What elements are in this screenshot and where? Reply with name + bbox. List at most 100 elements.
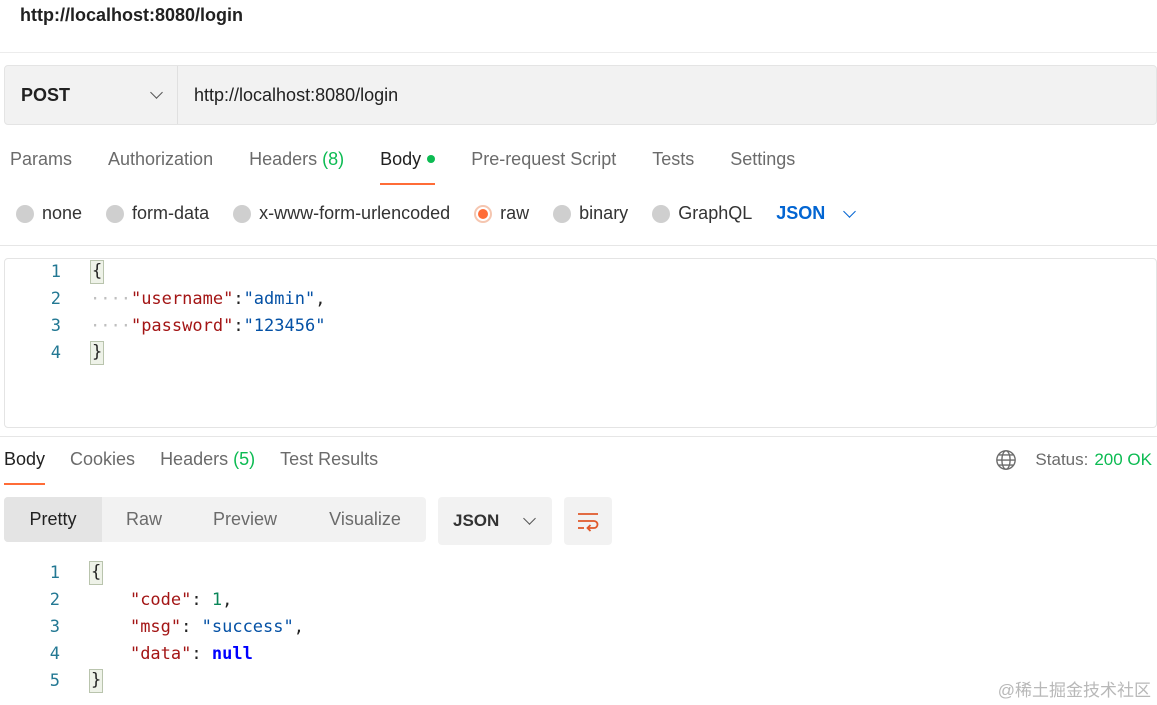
view-preview[interactable]: Preview xyxy=(186,497,304,542)
body-type-binary[interactable]: binary xyxy=(553,203,628,224)
code-line: 2 ···· "username": "admin", xyxy=(5,286,1156,313)
method-select[interactable]: POST xyxy=(5,66,178,124)
tab-params-label: Params xyxy=(10,149,73,169)
json-value: 1 xyxy=(211,590,223,610)
request-url-bar: POST http://localhost:8080/login xyxy=(4,65,1157,125)
line-number: 1 xyxy=(49,563,60,583)
radio-icon xyxy=(652,204,671,223)
json-value: "123456" xyxy=(243,316,326,336)
request-tabs: Params Authorization Headers (8) Body Pr… xyxy=(10,149,831,185)
view-raw[interactable]: Raw xyxy=(102,497,186,542)
chevron-down-icon xyxy=(843,204,857,218)
wrap-lines-icon xyxy=(578,513,599,532)
line-number: 3 xyxy=(49,617,60,637)
response-body-viewer[interactable]: 1{ 2 "code": 1, 3 "msg": "success", 4 "d… xyxy=(4,560,304,695)
close-brace: } xyxy=(90,341,105,365)
line-number: 4 xyxy=(49,644,60,664)
response-language-label: JSON xyxy=(453,511,500,530)
modified-dot-icon xyxy=(427,154,436,163)
method-label: POST xyxy=(21,84,71,105)
radio-icon xyxy=(553,204,572,223)
code-line: 1{ xyxy=(4,560,304,587)
tab-params[interactable]: Params xyxy=(10,149,72,185)
code-line: 1{ xyxy=(5,259,1156,286)
view-pretty-label: Pretty xyxy=(29,509,77,529)
chevron-down-icon xyxy=(150,86,163,99)
request-body-editor[interactable]: 1{ 2 ···· "username": "admin", 3 ···· "passwo… xyxy=(4,258,1157,428)
response-tab-test-results[interactable]: Test Results xyxy=(280,449,378,485)
response-tab-body-label: Body xyxy=(4,449,46,469)
json-key: "msg" xyxy=(129,617,182,637)
body-type-none[interactable]: none xyxy=(16,203,82,224)
json-key: "code" xyxy=(129,590,192,610)
body-type-form-data-label: form-data xyxy=(132,203,210,223)
open-brace: { xyxy=(89,561,104,585)
tab-authorization-label: Authorization xyxy=(108,149,214,169)
line-number: 3 xyxy=(50,316,61,336)
code-line: 4} xyxy=(5,340,1156,367)
tab-settings-label: Settings xyxy=(730,149,796,169)
section-divider xyxy=(0,436,1157,437)
body-type-form-data[interactable]: form-data xyxy=(106,203,209,224)
status-label: Status: xyxy=(1035,450,1089,469)
tab-body-label: Body xyxy=(380,149,422,169)
chevron-down-icon xyxy=(523,512,536,525)
response-tab-body[interactable]: Body xyxy=(4,449,46,485)
code-line: 3 "msg": "success", xyxy=(4,614,304,641)
tab-tests[interactable]: Tests xyxy=(652,149,694,185)
json-key: "data" xyxy=(129,644,192,664)
globe-icon[interactable] xyxy=(995,449,1017,471)
tab-headers[interactable]: Headers (8) xyxy=(249,149,344,185)
tab-tests-label: Tests xyxy=(652,149,695,169)
line-number: 5 xyxy=(49,671,60,691)
body-type-none-label: none xyxy=(42,203,83,223)
view-pretty[interactable]: Pretty xyxy=(4,497,102,542)
json-value: "admin" xyxy=(243,289,316,309)
tab-headers-label: Headers xyxy=(249,149,318,169)
whitespace-marker: ···· xyxy=(90,316,131,336)
tab-authorization[interactable]: Authorization xyxy=(108,149,213,185)
json-key: "password" xyxy=(130,316,234,336)
wrap-lines-button[interactable] xyxy=(564,497,612,545)
page-title: http://localhost:8080/login xyxy=(20,5,244,25)
line-number: 4 xyxy=(50,343,61,363)
body-type-graphql-label: GraphQL xyxy=(678,203,753,223)
response-tab-test-results-label: Test Results xyxy=(280,449,379,469)
json-key: "username" xyxy=(130,289,234,309)
view-visualize-label: Visualize xyxy=(329,509,401,529)
response-tabs: Body Cookies Headers (5) Test Results xyxy=(4,449,403,485)
line-number: 1 xyxy=(50,262,61,282)
view-preview-label: Preview xyxy=(212,509,278,529)
open-brace: { xyxy=(90,260,105,284)
code-line: 4 "data": null xyxy=(4,641,304,668)
raw-language-label: JSON xyxy=(776,203,826,223)
radio-icon xyxy=(106,204,125,223)
close-brace: } xyxy=(89,669,104,693)
tab-prerequest-label: Pre-request Script xyxy=(471,149,617,169)
json-value: "success" xyxy=(201,617,294,637)
response-view-selector: Pretty Raw Preview Visualize xyxy=(4,497,426,542)
body-type-binary-label: binary xyxy=(579,203,629,223)
url-input[interactable]: http://localhost:8080/login xyxy=(178,85,398,106)
tab-body[interactable]: Body xyxy=(380,149,436,185)
body-type-graphql[interactable]: GraphQL xyxy=(652,203,752,224)
body-type-raw[interactable]: raw xyxy=(474,203,529,224)
tab-prerequest-script[interactable]: Pre-request Script xyxy=(471,149,616,185)
headers-count: (8) xyxy=(322,149,345,169)
json-value: null xyxy=(211,644,253,664)
title-divider xyxy=(0,52,1157,53)
tab-settings[interactable]: Settings xyxy=(730,149,795,185)
view-visualize[interactable]: Visualize xyxy=(304,497,426,542)
body-type-raw-label: raw xyxy=(500,203,530,223)
body-type-urlencoded[interactable]: x-www-form-urlencoded xyxy=(233,203,450,224)
status-code: 200 OK xyxy=(1094,450,1152,469)
response-tab-cookies-label: Cookies xyxy=(70,449,136,469)
response-tab-headers[interactable]: Headers (5) xyxy=(160,449,255,485)
body-type-selector: none form-data x-www-form-urlencoded raw… xyxy=(16,203,857,224)
code-line: 3 ···· "password": "123456" xyxy=(5,313,1156,340)
whitespace-marker: ···· xyxy=(90,289,131,309)
response-tab-cookies[interactable]: Cookies xyxy=(70,449,135,485)
response-language-select[interactable]: JSON xyxy=(438,497,552,545)
code-line: 5} xyxy=(4,668,304,695)
raw-language-select[interactable]: JSON xyxy=(776,203,857,224)
